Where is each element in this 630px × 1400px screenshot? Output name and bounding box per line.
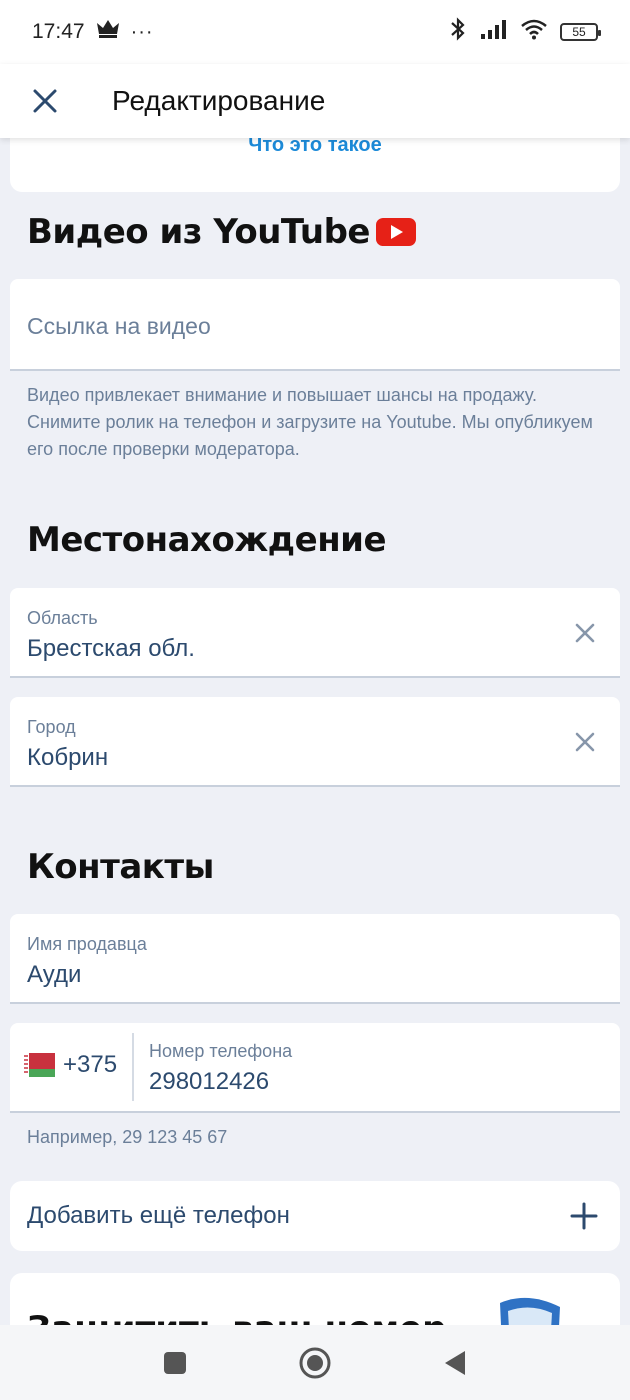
bluetooth-icon bbox=[448, 17, 468, 47]
phone-divider bbox=[132, 1033, 134, 1101]
clear-region-icon[interactable] bbox=[572, 620, 598, 646]
status-right: 55 bbox=[448, 17, 601, 47]
info-card: Что это такое bbox=[10, 130, 620, 192]
phone-field[interactable]: +375 Номер телефона 298012426 bbox=[10, 1023, 620, 1113]
back-triangle-icon bbox=[445, 1350, 465, 1375]
region-value: Брестская обл. bbox=[27, 635, 195, 662]
app-bar: Редактирование bbox=[0, 64, 630, 138]
youtube-icon bbox=[376, 217, 416, 246]
clear-city-icon[interactable] bbox=[572, 729, 598, 755]
battery-icon: 55 bbox=[560, 23, 601, 41]
region-field[interactable]: Область Брестская обл. bbox=[10, 588, 620, 678]
status-time: 17:47 bbox=[32, 20, 85, 43]
close-button[interactable] bbox=[0, 64, 90, 138]
more-notifications-icon: ··· bbox=[130, 20, 154, 43]
system-nav-bar bbox=[0, 1325, 630, 1400]
add-phone-button[interactable]: Добавить ещё телефон bbox=[10, 1181, 620, 1251]
youtube-section-title-text: Видео из YouTube bbox=[27, 212, 371, 252]
phone-value: 298012426 bbox=[149, 1068, 270, 1095]
back-button[interactable] bbox=[435, 1343, 475, 1383]
recent-apps-button[interactable] bbox=[155, 1343, 195, 1383]
region-label: Область bbox=[27, 608, 98, 628]
wifi-icon bbox=[520, 18, 548, 46]
square-icon bbox=[164, 1351, 186, 1374]
crown-icon bbox=[96, 19, 119, 45]
plus-icon bbox=[570, 1202, 598, 1230]
seller-name-field[interactable]: Имя продавца Ауди bbox=[10, 914, 620, 1004]
video-help-text: Видео привлекает внимание и повышает шан… bbox=[27, 385, 593, 459]
video-link-input[interactable]: Ссылка на видео bbox=[10, 279, 620, 371]
protect-number-card[interactable]: Защитить ваш номер bbox=[10, 1273, 620, 1333]
phone-hint: Например, 29 123 45 67 bbox=[27, 1127, 228, 1147]
add-phone-label: Добавить ещё телефон bbox=[27, 1202, 290, 1229]
signal-icon bbox=[480, 19, 508, 45]
home-button[interactable] bbox=[295, 1343, 335, 1383]
phone-label: Номер телефона bbox=[149, 1041, 293, 1061]
country-code-selector[interactable]: +375 bbox=[23, 1051, 117, 1079]
video-link-placeholder: Ссылка на видео bbox=[27, 313, 211, 339]
seller-name-label: Имя продавца bbox=[27, 934, 147, 954]
seller-name-value: Ауди bbox=[27, 961, 82, 988]
youtube-section-title: Видео из YouTube bbox=[27, 212, 416, 252]
city-label: Город bbox=[27, 717, 76, 737]
close-icon bbox=[33, 89, 57, 113]
city-field[interactable]: Город Кобрин bbox=[10, 697, 620, 787]
circle-icon bbox=[299, 1347, 331, 1378]
country-code: +375 bbox=[63, 1051, 118, 1078]
contacts-section-title: Контакты bbox=[27, 847, 214, 887]
status-left: 17:47 ··· bbox=[32, 19, 154, 45]
city-value: Кобрин bbox=[27, 744, 109, 771]
status-bar: 17:47 ··· 55 bbox=[0, 0, 630, 64]
location-section-title: Местонахождение bbox=[27, 520, 387, 560]
belarus-flag-icon bbox=[23, 1053, 55, 1077]
page-title: Редактирование bbox=[112, 85, 326, 116]
